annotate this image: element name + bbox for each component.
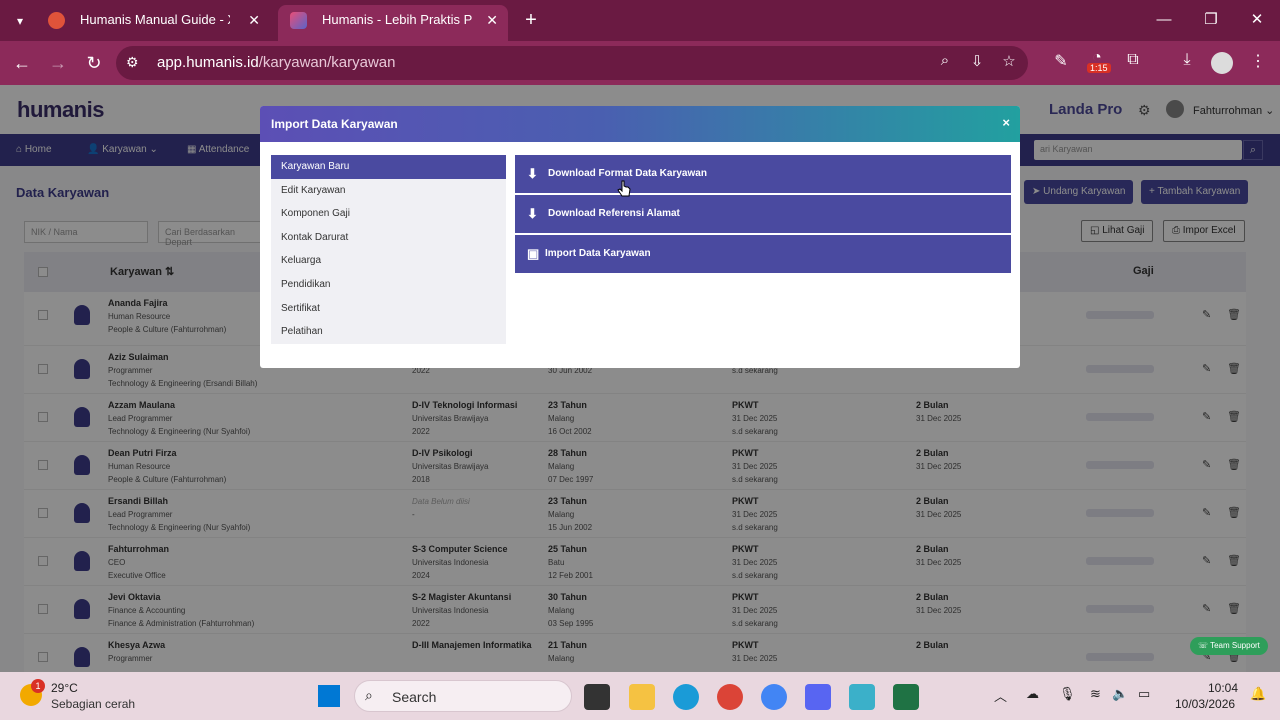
menu-item-kontak-darurat[interactable]: Kontak Darurat: [271, 226, 506, 250]
menu-item-sertifikat[interactable]: Sertifikat: [271, 297, 506, 321]
menu-item-edit-karyawan[interactable]: Edit Karyawan: [271, 179, 506, 203]
tab-humanis-app[interactable]: Humanis - Lebih Praktis Pakai Humanis ✕: [278, 5, 508, 41]
team-support-button[interactable]: ☏ Team Support: [1190, 637, 1268, 655]
battery-icon[interactable]: ▭: [1138, 686, 1150, 702]
menu-item-keluarga[interactable]: Keluarga: [271, 249, 506, 273]
discord-icon[interactable]: [805, 684, 831, 710]
app-page: humanis Landa Pro ⚙ Fahturrohman ⌄ ⌂ Hom…: [0, 85, 1280, 672]
volume-icon[interactable]: 🔈: [1112, 686, 1128, 702]
humanis-favicon-icon: [290, 12, 307, 29]
windows-taskbar: 1 29°C Sebagian cerah ⌕ Search ︿ ☁ 🎙 ≋ 🔈…: [0, 672, 1280, 720]
site-info-icon[interactable]: ⚙: [126, 54, 139, 71]
menu-item-pelatihan[interactable]: Pelatihan: [271, 320, 506, 344]
tab-humanis-manual[interactable]: Humanis Manual Guide - Xmind ✕: [36, 5, 270, 41]
weather-badge: 1: [31, 679, 45, 693]
bookmark-star-icon[interactable]: ☆: [998, 52, 1020, 70]
edge-icon[interactable]: [673, 684, 699, 710]
task-view-icon[interactable]: [584, 684, 610, 710]
reload-icon[interactable]: ↻: [82, 51, 106, 75]
browser-tabbar: ▾ Humanis Manual Guide - Xmind ✕ Humanis…: [0, 0, 1280, 41]
address-bar[interactable]: ⚙ app.humanis.id/karyawan/karyawan ⌕ ⇩ ☆: [116, 46, 1028, 80]
extension-badge: 1:15: [1087, 63, 1111, 73]
search-label: Search: [392, 689, 437, 705]
taskbar-search[interactable]: ⌕ Search: [354, 680, 572, 712]
clock-time[interactable]: 10:04: [1208, 681, 1238, 695]
windows-start-icon[interactable]: [318, 685, 340, 707]
profile-avatar[interactable]: [1211, 52, 1233, 74]
onedrive-icon[interactable]: ☁: [1026, 686, 1039, 702]
forward-icon[interactable]: →: [46, 51, 70, 75]
temperature[interactable]: 29°C: [51, 681, 78, 695]
back-icon[interactable]: ←: [10, 51, 34, 75]
chrome-icon[interactable]: [761, 684, 787, 710]
clock-date[interactable]: 10/03/2026: [1175, 697, 1235, 711]
download-icon: ⬇: [527, 166, 538, 181]
wifi-icon[interactable]: ≋: [1090, 686, 1101, 702]
notepad-icon[interactable]: [849, 684, 875, 710]
download-referensi-button[interactable]: ⬇ Download Referensi Alamat: [515, 195, 1011, 233]
window-close-icon[interactable]: ✕: [1242, 8, 1272, 32]
download-format-button[interactable]: ⬇ Download Format Data Karyawan: [515, 155, 1011, 193]
weather-condition[interactable]: Sebagian cerah: [51, 697, 135, 711]
tab-title: Humanis - Lebih Praktis Pakai Humanis: [322, 12, 472, 27]
extensions-icon[interactable]: ⧉: [1121, 51, 1145, 69]
menu-item-pendidikan[interactable]: Pendidikan: [271, 273, 506, 297]
search-icon: ⌕: [365, 687, 373, 703]
show-hidden-icons[interactable]: ︿: [994, 686, 1007, 705]
import-modal: Import Data Karyawan × Karyawan Baru Edi…: [260, 106, 1020, 368]
modal-header: Import Data Karyawan ×: [260, 106, 1020, 142]
microphone-icon[interactable]: 🎙: [1059, 686, 1076, 702]
tab-list-icon[interactable]: ▾: [8, 9, 32, 33]
file-explorer-icon[interactable]: [629, 684, 655, 710]
tab-title: Humanis Manual Guide - Xmind: [80, 12, 230, 27]
excel-icon[interactable]: [893, 684, 919, 710]
import-data-button[interactable]: ▣ Import Data Karyawan: [515, 235, 1011, 273]
import-type-menu: Karyawan Baru Edit Karyawan Komponen Gaj…: [271, 155, 506, 344]
menu-item-komponen-gaji[interactable]: Komponen Gaji: [271, 202, 506, 226]
menu-icon[interactable]: ⋮: [1246, 51, 1270, 71]
chrome-profile-icon[interactable]: [717, 684, 743, 710]
new-tab-icon[interactable]: +: [520, 8, 542, 32]
install-app-icon[interactable]: ⇩: [966, 52, 988, 70]
menu-item-karyawan-baru[interactable]: Karyawan Baru: [271, 155, 506, 179]
url-text[interactable]: app.humanis.id/karyawan/karyawan: [157, 54, 395, 71]
browser-toolbar: ← → ↻ ⚙ app.humanis.id/karyawan/karyawan…: [0, 41, 1280, 85]
feather-extension-icon[interactable]: ✎: [1049, 51, 1073, 71]
minimize-icon[interactable]: —: [1149, 8, 1179, 32]
hand-cursor-icon: [617, 180, 631, 197]
close-icon[interactable]: ×: [1002, 115, 1010, 130]
download-icon: ⬇: [527, 206, 538, 221]
modal-actions: ⬇ Download Format Data Karyawan ⬇ Download…: [515, 155, 1011, 275]
modal-title: Import Data Karyawan: [271, 117, 398, 131]
close-icon[interactable]: ✕: [486, 5, 498, 35]
notification-bell-icon[interactable]: 🔔: [1250, 686, 1266, 702]
downloads-icon[interactable]: ⤓: [1175, 51, 1199, 69]
zoom-icon[interactable]: ⌕: [934, 52, 956, 69]
close-icon[interactable]: ✕: [248, 5, 260, 35]
xmind-favicon-icon: [48, 12, 65, 29]
excel-file-icon: ▣: [527, 246, 540, 261]
restore-icon[interactable]: ❐: [1196, 8, 1226, 32]
